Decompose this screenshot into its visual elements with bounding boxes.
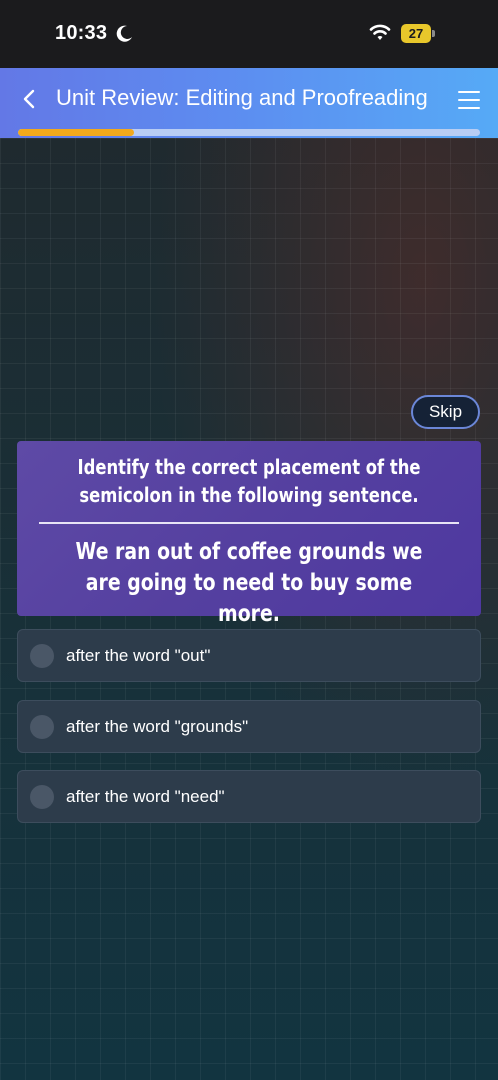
option-label: after the word "out" xyxy=(66,646,211,665)
option-label: after the word "grounds" xyxy=(66,717,249,736)
question-prompt: Identify the correct placement of the se… xyxy=(77,455,421,507)
radio-button[interactable] xyxy=(30,785,54,809)
answer-option-3[interactable]: after the word "need" xyxy=(17,770,481,823)
question-card: Identify the correct placement of the se… xyxy=(17,441,481,627)
answer-option-1[interactable]: after the word "out" xyxy=(17,629,481,682)
battery-icon: 27 xyxy=(401,24,431,43)
answer-option-2[interactable]: after the word "grounds" xyxy=(17,700,481,753)
page-title: Unit Review: Editing and Proofreading xyxy=(56,85,428,110)
header: Unit Review: Editing and Proofreading xyxy=(0,68,498,138)
progress-fill xyxy=(18,129,134,136)
question-divider xyxy=(39,522,459,524)
menu-icon[interactable] xyxy=(458,90,480,110)
battery-nub xyxy=(432,30,435,37)
question-sentence: We ran out of coffee grounds we are goin… xyxy=(75,539,423,627)
radio-button[interactable] xyxy=(30,644,54,668)
option-label: after the word "need" xyxy=(66,787,225,806)
progress-bar xyxy=(18,129,480,136)
status-time: 10:33 xyxy=(55,22,108,44)
skip-button[interactable]: Skip xyxy=(411,395,480,429)
moon-icon xyxy=(116,25,132,42)
wifi-icon xyxy=(369,24,391,40)
back-chevron-icon[interactable] xyxy=(20,88,40,110)
radio-button[interactable] xyxy=(30,715,54,739)
status-bar: 10:33 27 xyxy=(0,0,498,68)
